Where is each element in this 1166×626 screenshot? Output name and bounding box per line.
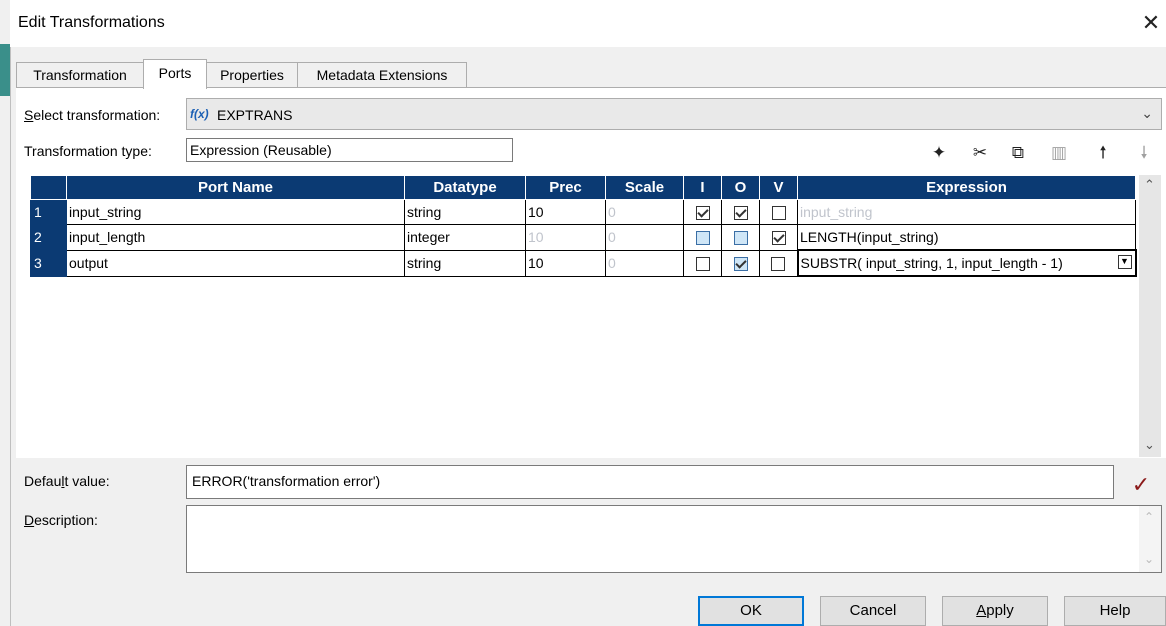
output-checkbox[interactable]: [733, 231, 748, 246]
prec-cell[interactable]: 10: [525, 224, 606, 251]
transformation-type-field: Expression (Reusable): [186, 138, 513, 162]
default-value-label: Default value:: [24, 473, 110, 489]
row-number-header: [30, 175, 67, 200]
datatype-cell[interactable]: string: [404, 199, 526, 225]
output-checkbox[interactable]: [733, 206, 748, 221]
expression-header[interactable]: Expression: [797, 175, 1136, 200]
table-row[interactable]: 2 input_length integer 10 0 LENGTH(input…: [30, 224, 1136, 251]
scroll-up-icon[interactable]: ⌃: [1144, 177, 1155, 193]
expression-cell[interactable]: LENGTH(input_string): [797, 224, 1136, 251]
variable-checkbox[interactable]: [771, 231, 786, 246]
scale-cell[interactable]: 0: [605, 199, 684, 225]
background-window-strip: [0, 0, 11, 626]
prec-cell[interactable]: 10: [525, 249, 606, 277]
variable-checkbox-cell: [759, 249, 798, 277]
output-checkbox-cell: [721, 249, 760, 277]
selected-transformation: EXPTRANS: [217, 107, 293, 123]
variable-checkbox[interactable]: [771, 206, 786, 221]
scroll-down-icon[interactable]: ⌄: [1144, 437, 1155, 453]
output-checkbox[interactable]: [733, 257, 748, 272]
datatype-cell[interactable]: string: [404, 249, 526, 277]
input-checkbox-cell: [683, 224, 722, 251]
input-checkbox[interactable]: [695, 206, 710, 221]
scale-header[interactable]: Scale: [605, 175, 684, 200]
transformation-type-label: Transformation type:: [24, 143, 152, 159]
input-checkbox[interactable]: [695, 257, 710, 272]
variable-checkbox-cell: [759, 224, 798, 251]
variable-header[interactable]: V: [759, 175, 798, 200]
help-button[interactable]: Help: [1064, 596, 1166, 626]
tab-properties[interactable]: Properties: [206, 62, 298, 88]
select-transformation-dropdown[interactable]: f(x) EXPTRANS ⌄: [186, 98, 1162, 130]
variable-checkbox[interactable]: [771, 257, 786, 272]
cut-icon[interactable]: ✂: [968, 143, 992, 163]
table-row[interactable]: 1 input_string string 10 0 input_string: [30, 199, 1136, 225]
datatype-cell[interactable]: integer: [404, 224, 526, 251]
port-name-cell[interactable]: input_string: [66, 199, 405, 225]
input-checkbox-cell: [683, 249, 722, 277]
port-name-header[interactable]: Port Name: [66, 175, 405, 200]
output-checkbox-cell: [721, 199, 760, 225]
expression-cell-active[interactable]: SUBSTR( input_string, 1, input_length - …: [796, 249, 1137, 277]
description-scrollbar[interactable]: ⌃ ⌄: [1139, 506, 1161, 572]
port-name-cell[interactable]: output: [66, 249, 405, 277]
scale-cell[interactable]: 0: [605, 249, 684, 277]
paste-icon[interactable]: ▥: [1047, 143, 1071, 163]
scroll-down-icon[interactable]: ⌄: [1144, 552, 1154, 566]
variable-checkbox-cell: [759, 199, 798, 225]
input-checkbox[interactable]: [695, 231, 710, 246]
copy-icon[interactable]: ⧉: [1006, 143, 1030, 163]
move-up-icon[interactable]: 🠕: [1091, 143, 1115, 163]
ok-button[interactable]: OK: [698, 596, 804, 626]
ports-grid: Port Name Datatype Prec Scale I O V Expr…: [30, 175, 1137, 277]
expression-transformation-icon: f(x): [190, 107, 209, 121]
description-field[interactable]: ⌃ ⌄: [186, 505, 1162, 573]
grid-header-row: Port Name Datatype Prec Scale I O V Expr…: [30, 175, 1136, 200]
prec-cell[interactable]: 10: [525, 199, 606, 225]
title-bar: Edit Transformations ✕: [10, 0, 1166, 47]
grid-scrollbar[interactable]: ⌃ ⌄: [1139, 175, 1161, 457]
input-checkbox-cell: [683, 199, 722, 225]
window-title: Edit Transformations: [18, 14, 165, 31]
expression-text: SUBSTR( input_string, 1, input_length - …: [800, 255, 1063, 271]
output-header[interactable]: O: [721, 175, 760, 200]
table-row[interactable]: 3 output string 10 0 SUBSTR( input_strin…: [30, 249, 1137, 277]
apply-button[interactable]: Apply: [942, 596, 1048, 626]
description-label: Description:: [24, 512, 98, 528]
output-checkbox-cell: [721, 224, 760, 251]
datatype-header[interactable]: Datatype: [404, 175, 526, 200]
new-port-icon[interactable]: ✦: [927, 143, 951, 163]
close-icon[interactable]: ✕: [1136, 8, 1166, 38]
cancel-button[interactable]: Cancel: [820, 596, 926, 626]
default-value-field[interactable]: ERROR('transformation error'): [186, 465, 1114, 499]
tab-transformation[interactable]: Transformation: [16, 62, 144, 88]
input-header[interactable]: I: [683, 175, 722, 200]
move-down-icon[interactable]: 🠗: [1132, 143, 1156, 163]
tab-ports[interactable]: Ports: [143, 59, 207, 89]
expression-cell[interactable]: input_string: [797, 199, 1136, 225]
scroll-up-icon[interactable]: ⌃: [1144, 510, 1154, 524]
port-name-cell[interactable]: input_length: [66, 224, 405, 251]
background-window-fragment: [0, 44, 10, 96]
row-number[interactable]: 2: [30, 224, 67, 251]
prec-header[interactable]: Prec: [525, 175, 606, 200]
chevron-down-icon: ⌄: [1141, 105, 1153, 121]
tab-metadata-extensions[interactable]: Metadata Extensions: [297, 62, 467, 88]
validate-check-icon[interactable]: ✓: [1126, 471, 1156, 499]
row-number[interactable]: 1: [30, 199, 67, 225]
open-expression-editor-icon[interactable]: ▼: [1117, 255, 1132, 269]
row-number[interactable]: 3: [30, 249, 67, 277]
select-transformation-label: Select transformation:: [24, 107, 161, 123]
scale-cell[interactable]: 0: [605, 224, 684, 251]
